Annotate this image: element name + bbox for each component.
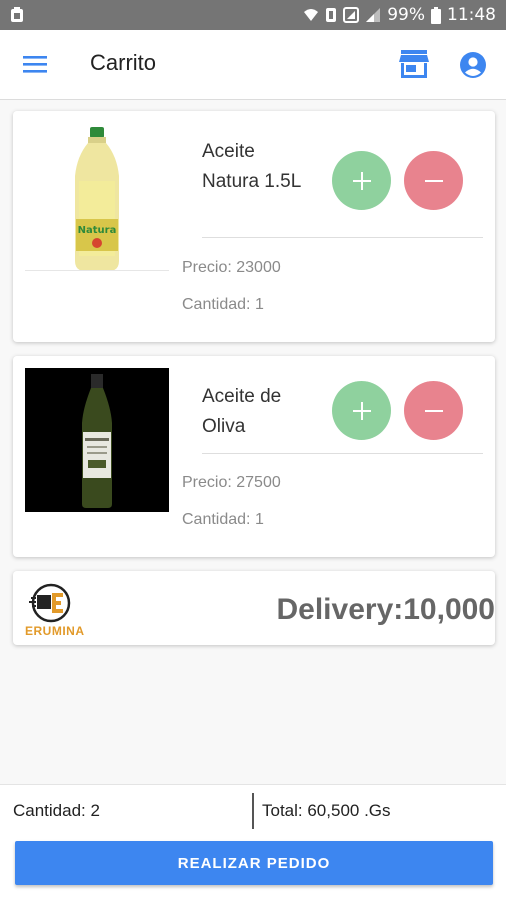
app-bar: Carrito [0,30,506,100]
product-price: Precio: 27500 [182,474,281,491]
delivery-cost: Delivery:10,000 [276,593,496,626]
signal-icon [366,8,381,22]
status-bar: 99% 11:48 [0,0,506,30]
product-price: Precio: 23000 [182,259,281,276]
place-order-button[interactable]: REALIZAR PEDIDO [15,841,493,885]
page-title: Carrito [90,50,157,75]
product-image [25,368,169,512]
divider [202,237,483,238]
delivery-logo-text: ERUMINA [25,624,85,638]
wifi-icon [304,9,319,21]
product-name: Aceite Natura 1.5L [202,141,302,192]
total-quantity: Cantidad: 2 [13,801,100,820]
product-quantity: Cantidad: 1 [182,511,264,528]
data-saver-icon [326,8,337,22]
increase-quantity-button[interactable] [332,151,391,210]
cart-item-card: Aceite de Oliva Precio: 27500 Cantidad: … [13,356,495,557]
product-brand-label: Natura [78,225,117,236]
increase-quantity-button[interactable] [332,381,391,440]
divider [202,453,483,454]
total-amount: Total: 60,500 .Gs [262,801,391,820]
delivery-card: ERUMINA Delivery:10,000 [13,571,495,645]
decrease-quantity-button[interactable] [404,381,463,440]
clock: 11:48 [447,5,496,25]
order-summary-bar: Cantidad: 2 Total: 60,500 .Gs REALIZAR P… [0,784,506,900]
plus-icon [352,171,371,190]
screenshot-notification-icon [11,7,23,22]
product-quantity: Cantidad: 1 [182,296,264,313]
separator [252,793,254,829]
plus-icon [352,401,371,420]
minus-icon [424,409,443,412]
sim-icon [343,7,360,23]
menu-icon[interactable] [22,53,48,75]
store-icon[interactable] [398,49,430,79]
battery-percent: 99% [387,5,425,25]
account-circle-icon[interactable] [459,51,487,79]
product-name: Aceite de Oliva [202,386,282,437]
battery-icon [431,6,441,24]
decrease-quantity-button[interactable] [404,151,463,210]
cart-item-card: Natura Aceite Natura 1.5L Precio: 23000 … [13,111,495,342]
minus-icon [424,179,443,182]
product-image: Natura [25,121,169,271]
